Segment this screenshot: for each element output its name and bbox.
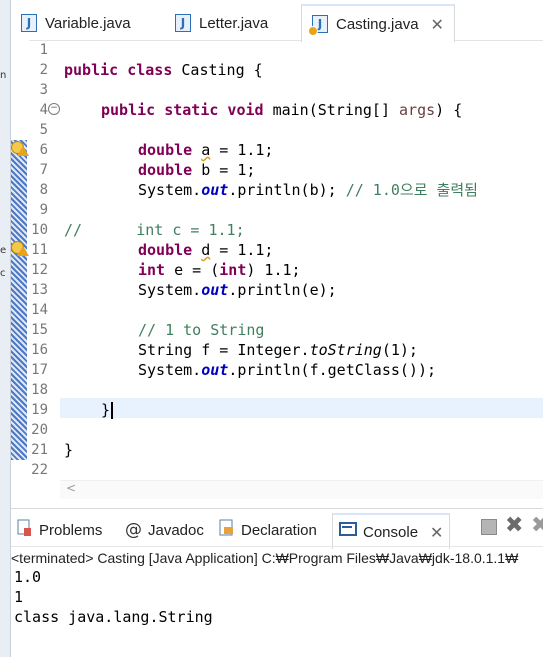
console-output-line: 1.0 <box>14 568 42 586</box>
java-file-icon: J <box>21 14 37 32</box>
code-line-15-comment: // 1 to String <box>138 321 265 339</box>
line-number: 3 <box>39 82 48 98</box>
tab-label: Javadoc <box>148 521 204 539</box>
tab-casting-java[interactable]: J Casting.java ✕ <box>301 4 455 42</box>
tab-label: Problems <box>39 521 103 539</box>
declaration-icon <box>219 519 235 541</box>
line-number: 17 <box>31 362 48 378</box>
line-number: 13 <box>31 282 48 298</box>
line-number: 14 <box>31 302 48 318</box>
console-status-line: <terminated> Casting [Java Application] … <box>11 546 543 569</box>
bottom-panel-tab-bar: Problems @ Javadoc Declaration Console ✕… <box>11 508 543 549</box>
code-line-11: double d = 1.1; <box>138 241 274 259</box>
tab-label: Casting.java <box>336 15 419 33</box>
line-number: 4 <box>39 102 48 118</box>
text-cursor <box>111 402 114 419</box>
java-file-warning-icon: J <box>308 15 328 36</box>
console-output-line: 1 <box>14 588 24 606</box>
code-line-17: System.out.println(f.getClass()); <box>138 361 437 379</box>
quick-diff-bar <box>11 140 27 460</box>
at-icon: @ <box>125 520 142 540</box>
warning-bulb-icon[interactable] <box>11 241 29 257</box>
java-file-icon: J <box>175 14 191 32</box>
current-line-highlight <box>60 398 543 418</box>
line-number: 16 <box>31 342 48 358</box>
code-line-19: } <box>101 400 114 420</box>
tab-declaration[interactable]: Declaration <box>219 513 317 547</box>
line-number: 18 <box>31 382 48 398</box>
remove-all-icon[interactable]: ✖ <box>531 513 543 538</box>
line-number: 19 <box>31 402 48 418</box>
line-number: 10 <box>31 222 48 238</box>
code-line-12: int e = (int) 1.1; <box>138 261 301 279</box>
console-output-line: class java.lang.String <box>14 608 213 626</box>
code-line-21: } <box>64 441 74 459</box>
code-line-6: double a = 1.1; <box>138 141 274 159</box>
tab-label: Letter.java <box>199 14 269 32</box>
line-number: 5 <box>39 122 48 138</box>
code-line-16: String f = Integer.toString(1); <box>138 341 418 359</box>
tab-variable-java[interactable]: J Variable.java <box>21 6 131 40</box>
stop-icon[interactable] <box>481 519 497 535</box>
tab-label: Declaration <box>241 521 317 539</box>
line-number: 1 <box>39 42 48 58</box>
close-icon[interactable]: ✕ <box>430 523 443 542</box>
tab-console[interactable]: Console ✕ <box>332 513 451 549</box>
left-panel-edge: n e c <box>0 0 11 657</box>
console-output[interactable]: 1.0 1 class java.lang.String <box>14 567 213 627</box>
line-number: 2 <box>39 62 48 78</box>
tab-label: Variable.java <box>45 14 131 32</box>
editor-tab-bar: J Variable.java J Letter.java J Casting.… <box>11 0 543 42</box>
code-line-10-comment: // int c = 1.1; <box>64 221 245 239</box>
line-number: 9 <box>39 202 48 218</box>
tab-letter-java[interactable]: J Letter.java <box>175 6 268 40</box>
line-number: 8 <box>39 182 48 198</box>
line-number: 12 <box>31 262 48 278</box>
warning-bulb-icon[interactable] <box>11 141 29 157</box>
code-line-7: double b = 1; <box>138 161 256 179</box>
line-number: 7 <box>39 162 48 178</box>
fold-collapse-icon[interactable]: − <box>48 103 60 115</box>
remove-launch-icon[interactable]: ✖ <box>505 513 523 538</box>
code-line-2: public class Casting { <box>64 61 263 79</box>
code-line-4: public static void main(String[] args) { <box>101 101 463 119</box>
line-number: 22 <box>31 462 48 478</box>
tab-javadoc[interactable]: @ Javadoc <box>125 513 204 547</box>
problems-icon <box>17 519 33 541</box>
code-line-13: System.out.println(e); <box>138 281 337 299</box>
horizontal-scrollbar[interactable]: < <box>60 480 543 499</box>
close-icon[interactable]: ✕ <box>431 15 444 34</box>
line-number: 21 <box>31 442 48 458</box>
line-number: 20 <box>31 422 48 438</box>
line-number: 6 <box>39 142 48 158</box>
scroll-left-icon[interactable]: < <box>66 481 76 495</box>
console-icon <box>339 522 357 542</box>
line-number: 15 <box>31 322 48 338</box>
line-number: 11 <box>31 242 48 258</box>
tab-label: Console <box>363 523 419 541</box>
code-line-8: System.out.println(b); // 1.0으로 출력됨 <box>138 181 478 199</box>
tab-problems[interactable]: Problems <box>17 513 102 547</box>
